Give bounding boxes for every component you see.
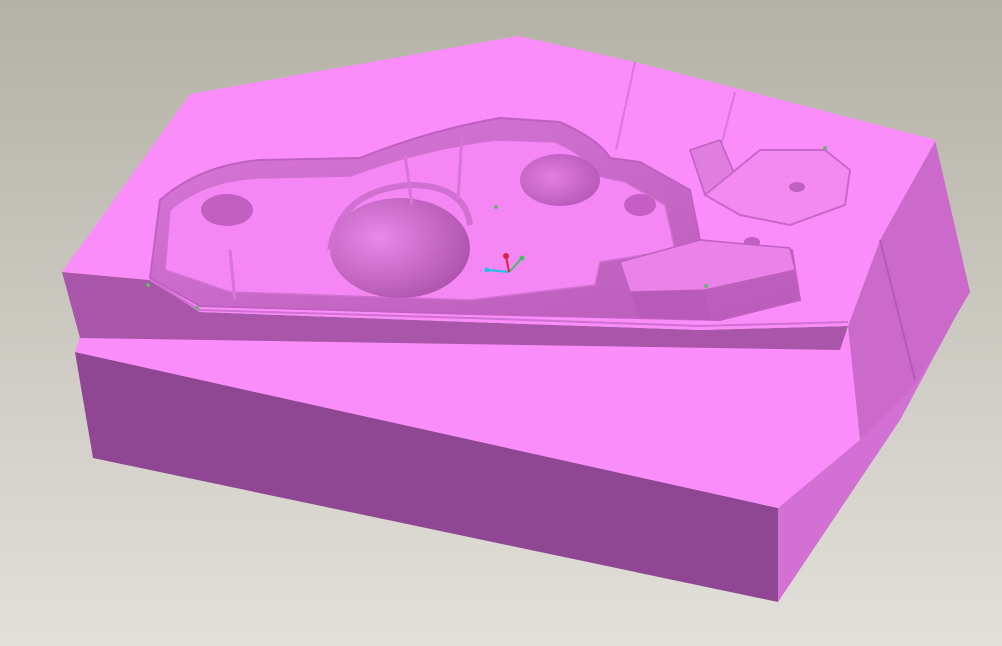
datum-point-5 [704,284,708,288]
slide-hole-1 [789,182,805,192]
datum-point-2 [195,306,199,310]
datum-point-1 [146,283,150,287]
upper-bore [520,154,600,206]
lifter-insert-front [630,290,710,320]
large-bore [330,198,470,298]
x-axis-tip [484,267,490,273]
datum-point-3 [494,205,498,209]
graphics-viewport[interactable] [0,0,1002,646]
left-hole [201,194,253,226]
small-hole [624,194,656,216]
y-axis-tip [519,255,525,261]
z-axis-tip [503,253,509,259]
model-view[interactable] [0,0,1002,646]
datum-point-4 [823,146,827,150]
